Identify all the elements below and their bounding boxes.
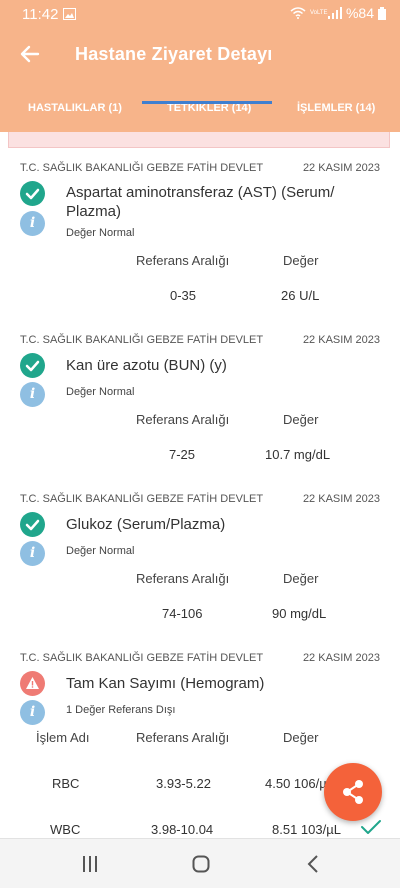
battery-icon	[378, 6, 386, 20]
share-button[interactable]	[324, 763, 382, 821]
test-list[interactable]: T.C. SAĞLIK BAKANLIĞI GEBZE FATİH DEVLET…	[0, 150, 400, 838]
tab-islemler[interactable]: İŞLEMLER (14)	[297, 102, 375, 114]
row-name: RBC	[52, 776, 80, 791]
status-right: VoLTE %84	[290, 5, 386, 21]
status-time: 11:42	[22, 6, 59, 23]
test-date: 22 KASIM 2023	[302, 493, 380, 505]
value-header: Değer	[283, 412, 319, 427]
alert-banner	[8, 132, 390, 148]
app-bar: Hastane Ziyaret Detayı HASTALIKLAR (1) T…	[0, 28, 400, 132]
result-value: 26 U/L	[281, 288, 320, 303]
signal-icon	[327, 7, 342, 19]
ref-range-value: 7-25	[169, 447, 196, 462]
check-circle-icon	[20, 353, 45, 378]
row-name: WBC	[50, 822, 81, 837]
ref-range-header: Referans Aralığı	[136, 412, 230, 427]
info-icon[interactable]: i	[20, 541, 45, 566]
recent-apps-icon[interactable]	[82, 855, 98, 873]
value-header: Değer	[283, 253, 319, 268]
ref-range-value: 74-106	[162, 606, 203, 621]
result-note: Değer Normal	[66, 545, 135, 557]
check-circle-icon	[20, 512, 45, 537]
institution-name: T.C. SAĞLIK BAKANLIĞI GEBZE FATİH DEVLET	[20, 493, 264, 505]
network-label: VoLTE	[309, 10, 328, 16]
battery-percent: %84	[345, 5, 374, 21]
ref-range-value: 3.93-5.22	[156, 776, 211, 791]
institution-name: T.C. SAĞLIK BAKANLIĞI GEBZE FATİH DEVLET	[20, 652, 264, 664]
result-note: 1 Değer Referans Dışı	[66, 704, 176, 716]
result-note: Değer Normal	[66, 227, 135, 239]
test-name: Glukoz (Serum/Plazma)	[66, 516, 226, 533]
tab-indicator	[142, 101, 272, 104]
name-header: İşlem Adı	[36, 730, 90, 745]
ref-range-header: Referans Aralığı	[136, 253, 230, 268]
tab-bar: HASTALIKLAR (1) TETKİKLER (14) İŞLEMLER …	[0, 88, 400, 132]
ref-range-value: 3.98-10.04	[151, 822, 214, 837]
system-nav-bar	[0, 838, 400, 888]
wifi-icon	[290, 7, 306, 19]
tab-hastaliklar[interactable]: HASTALIKLAR (1)	[28, 102, 122, 114]
arrow-back-icon[interactable]	[18, 42, 42, 66]
back-nav-icon[interactable]	[307, 855, 319, 873]
institution-name: T.C. SAĞLIK BAKANLIĞI GEBZE FATİH DEVLET	[20, 162, 264, 174]
value-header: Değer	[283, 571, 319, 586]
institution-name: T.C. SAĞLIK BAKANLIĞI GEBZE FATİH DEVLET	[20, 334, 264, 346]
ref-range-header: Referans Aralığı	[136, 730, 230, 745]
ref-range-header: Referans Aralığı	[136, 571, 230, 586]
test-name: Tam Kan Sayımı (Hemogram)	[66, 675, 265, 692]
warning-icon	[20, 671, 45, 696]
result-value: 90 mg/dL	[272, 606, 327, 621]
gallery-icon	[63, 8, 76, 20]
result-note: Değer Normal	[66, 386, 135, 398]
result-value: 10.7 mg/dL	[265, 447, 331, 462]
check-circle-icon	[20, 181, 45, 206]
value-header: Değer	[283, 730, 319, 745]
test-date: 22 KASIM 2023	[302, 334, 380, 346]
test-date: 22 KASIM 2023	[302, 162, 380, 174]
ref-range-value: 0-35	[170, 288, 197, 303]
home-icon[interactable]	[192, 855, 210, 873]
info-icon[interactable]: i	[20, 700, 45, 725]
test-name: Kan üre azotu (BUN) (y)	[66, 357, 227, 374]
info-icon[interactable]: i	[20, 211, 45, 236]
result-value: 8.51 103/µL	[272, 822, 341, 837]
status-bar: 11:42 VoLTE %84	[0, 0, 400, 28]
test-name: Aspartat aminotransferaz (AST) (Serum/ P…	[66, 184, 335, 220]
share-icon	[343, 780, 363, 804]
test-date: 22 KASIM 2023	[302, 652, 380, 664]
info-icon[interactable]: i	[20, 382, 45, 407]
page-title: Hastane Ziyaret Detayı	[75, 44, 273, 64]
